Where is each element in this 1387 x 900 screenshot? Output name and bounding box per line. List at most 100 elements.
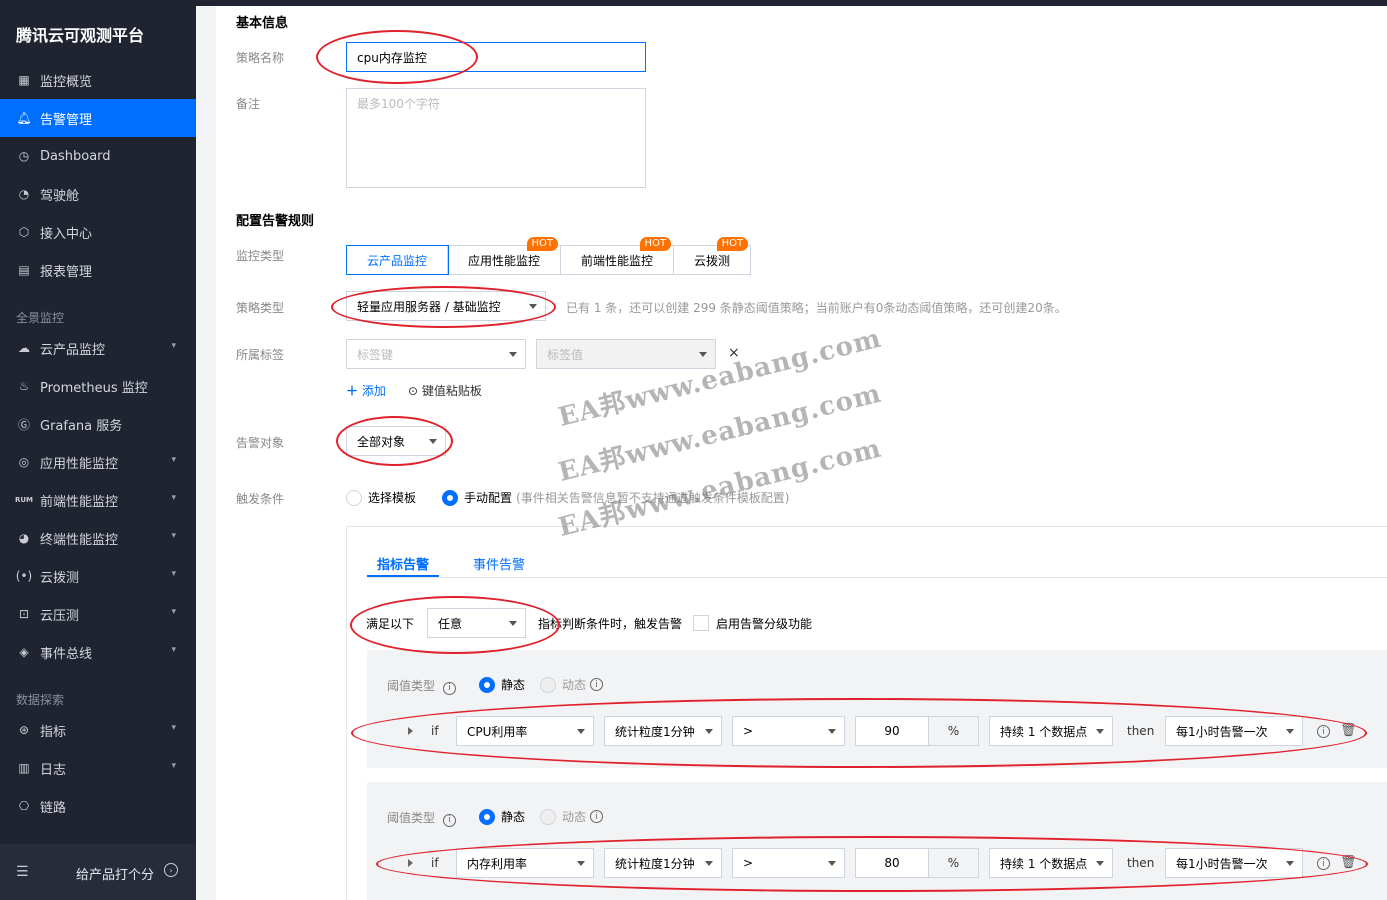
caret-down-icon bbox=[705, 861, 713, 866]
if-keyword: if bbox=[431, 856, 439, 870]
info-icon[interactable]: i bbox=[1317, 725, 1330, 738]
level-checkbox[interactable] bbox=[693, 615, 709, 631]
nav-item-cockpit[interactable]: ◔ 驾驶舱 bbox=[0, 175, 196, 213]
apm-icon: ◎ bbox=[18, 455, 30, 469]
nav-item-trace[interactable]: ⎔ 链路 bbox=[0, 787, 196, 825]
cube-icon: ⬡ bbox=[18, 225, 30, 239]
select-value: 任意 bbox=[438, 616, 463, 631]
select-placeholder: 标签值 bbox=[547, 347, 584, 362]
nav-item-prometheus[interactable]: ♨︎ Prometheus 监控 bbox=[0, 367, 196, 405]
nav-item-metric[interactable]: ⊛ 指标 ▾ bbox=[0, 711, 196, 749]
caret-down-icon bbox=[1096, 729, 1104, 734]
nav-item-eventbus[interactable]: ◈ 事件总线 ▾ bbox=[0, 633, 196, 671]
threshold-value-input[interactable]: 80 bbox=[855, 848, 929, 878]
add-tag-link[interactable]: ＋ 添加 bbox=[346, 382, 386, 399]
nav-item-alarm[interactable]: 🔔︎ 告警管理 bbox=[0, 99, 196, 137]
duration-select[interactable]: 持续 1 个数据点 bbox=[989, 848, 1113, 878]
then-keyword: then bbox=[1127, 856, 1155, 870]
period-select[interactable]: 统计粒度1分钟 bbox=[604, 716, 722, 746]
add-tag-label: 添加 bbox=[361, 384, 386, 398]
paste-board-link[interactable]: ⊙ 键值粘贴板 bbox=[408, 382, 482, 399]
satisfy-suffix: 指标判断条件时，触发告警 bbox=[538, 617, 683, 631]
chevron-down-icon: ▾ bbox=[171, 723, 176, 733]
nav-item-stress[interactable]: ⊡ 云压测 ▾ bbox=[0, 595, 196, 633]
frequency-select[interactable]: 每1小时告警一次 bbox=[1165, 716, 1303, 746]
nav-item-dashboard[interactable]: ◷ Dashboard bbox=[0, 137, 196, 175]
tab-apm[interactable]: 应用性能监控 HOT bbox=[448, 237, 562, 274]
select-value: 持续 1 个数据点 bbox=[1000, 724, 1088, 739]
period-select[interactable]: 统计粒度1分钟 bbox=[604, 848, 722, 878]
operator-select[interactable]: > bbox=[732, 716, 845, 746]
duration-select[interactable]: 持续 1 个数据点 bbox=[989, 716, 1113, 746]
nav-item-rum[interactable]: RUM 前端性能监控 ▾ bbox=[0, 481, 196, 519]
radio-dot bbox=[540, 808, 556, 825]
metric-select[interactable]: CPU利用率 bbox=[456, 716, 594, 746]
threshold-static-radio[interactable]: 静态 bbox=[479, 808, 525, 825]
operator-select[interactable]: > bbox=[732, 848, 845, 878]
layers-icon: ◈ bbox=[19, 645, 29, 659]
policy-name-label: 策略名称 bbox=[236, 51, 285, 65]
metric-select[interactable]: 内存利用率 bbox=[456, 848, 594, 878]
tag-key-select[interactable]: 标签键 bbox=[346, 339, 526, 369]
nav-item-cloud-product[interactable]: ☁︎ 云产品监控 ▾ bbox=[0, 329, 196, 367]
nav-item-probe[interactable]: (•) 云拨测 ▾ bbox=[0, 557, 196, 595]
monitor-type-selector: 云产品监控 应用性能监控 HOT 前端性能监控 HOT 云拨测 HOT bbox=[345, 237, 752, 275]
nav-item-overview[interactable]: ▦ 监控概览 bbox=[0, 61, 196, 99]
select-value: 统计粒度1分钟 bbox=[615, 724, 695, 739]
caret-down-icon bbox=[1096, 861, 1104, 866]
tab-label: 前端性能监控 bbox=[581, 253, 654, 268]
tab-metric-alarm[interactable]: 指标告警 bbox=[377, 554, 429, 573]
nav-item-terminal[interactable]: ◕ 终端性能监控 ▾ bbox=[0, 519, 196, 557]
rate-product-link[interactable]: 给产品打个分 bbox=[76, 864, 154, 883]
nav-label: 云压测 bbox=[40, 608, 80, 624]
gauge-icon: ◔ bbox=[18, 187, 30, 201]
threshold-value-input[interactable]: 90 bbox=[855, 716, 929, 746]
tab-cloud-product[interactable]: 云产品监控 bbox=[345, 245, 450, 275]
main-content: 基本信息 策略名称 cpu内存监控 备注 最多100个字符 配置告警规则 监控类… bbox=[216, 6, 1387, 900]
expand-caret-icon[interactable] bbox=[408, 727, 413, 735]
nav-item-apm[interactable]: ◎ 应用性能监控 ▾ bbox=[0, 443, 196, 481]
then-keyword: then bbox=[1127, 724, 1155, 738]
delete-icon[interactable]: 🗑︎ bbox=[1340, 855, 1357, 870]
satisfy-select[interactable]: 任意 bbox=[427, 608, 526, 638]
nav-label: 告警管理 bbox=[40, 112, 93, 128]
threshold-dynamic-radio: 动态 i bbox=[540, 676, 604, 693]
threshold-static-radio[interactable]: 静态 bbox=[479, 676, 525, 693]
nav-label: 云产品监控 bbox=[40, 342, 106, 358]
info-icon[interactable]: i bbox=[1317, 857, 1330, 870]
radio-label: 动态 bbox=[562, 810, 587, 824]
paste-icon: ⊙ bbox=[408, 384, 419, 398]
condition-block bbox=[367, 650, 1387, 768]
select-value: 轻量应用服务器 / 基础监控 bbox=[357, 299, 501, 314]
policy-type-select[interactable]: 轻量应用服务器 / 基础监控 bbox=[346, 291, 546, 321]
bell-icon: 🔔︎ bbox=[16, 111, 32, 125]
tab-event-alarm[interactable]: 事件告警 bbox=[473, 554, 525, 573]
nav-item-grafana[interactable]: Ⓖ Grafana 服务 bbox=[0, 405, 196, 443]
nav-item-access[interactable]: ⬡ 接入中心 bbox=[0, 213, 196, 251]
tab-probe[interactable]: 云拨测 HOT bbox=[674, 237, 751, 274]
expand-caret-icon[interactable] bbox=[408, 859, 413, 867]
tab-rum[interactable]: 前端性能监控 HOT bbox=[561, 237, 675, 274]
nav-item-log[interactable]: ▥ 日志 ▾ bbox=[0, 749, 196, 787]
grid-icon: ▦ bbox=[18, 73, 30, 87]
chevron-right-icon[interactable]: › bbox=[164, 863, 178, 877]
trigger-template-radio[interactable]: 选择模板 bbox=[346, 489, 416, 506]
select-placeholder: 标签键 bbox=[357, 347, 394, 362]
log-icon: ▥ bbox=[18, 761, 30, 775]
report-icon: ▤ bbox=[18, 263, 30, 277]
satisfy-label: 满足以下 bbox=[366, 617, 415, 631]
trace-icon: ⎔ bbox=[18, 799, 30, 813]
select-value: 持续 1 个数据点 bbox=[1000, 856, 1088, 871]
target-select[interactable]: 全部对象 bbox=[346, 426, 446, 456]
remark-textarea[interactable]: 最多100个字符 bbox=[346, 88, 646, 188]
collapse-menu-icon[interactable]: ☰ bbox=[16, 864, 29, 880]
nav-label: 接入中心 bbox=[40, 226, 93, 242]
select-value: 统计粒度1分钟 bbox=[615, 856, 695, 871]
policy-name-input[interactable]: cpu内存监控 bbox=[346, 42, 646, 72]
frequency-select[interactable]: 每1小时告警一次 bbox=[1165, 848, 1303, 878]
nav-item-report[interactable]: ▤ 报表管理 bbox=[0, 251, 196, 289]
caret-down-icon bbox=[509, 352, 517, 357]
caret-down-icon bbox=[577, 729, 585, 734]
tab-label: 应用性能监控 bbox=[468, 253, 541, 268]
delete-icon[interactable]: 🗑︎ bbox=[1340, 723, 1357, 738]
